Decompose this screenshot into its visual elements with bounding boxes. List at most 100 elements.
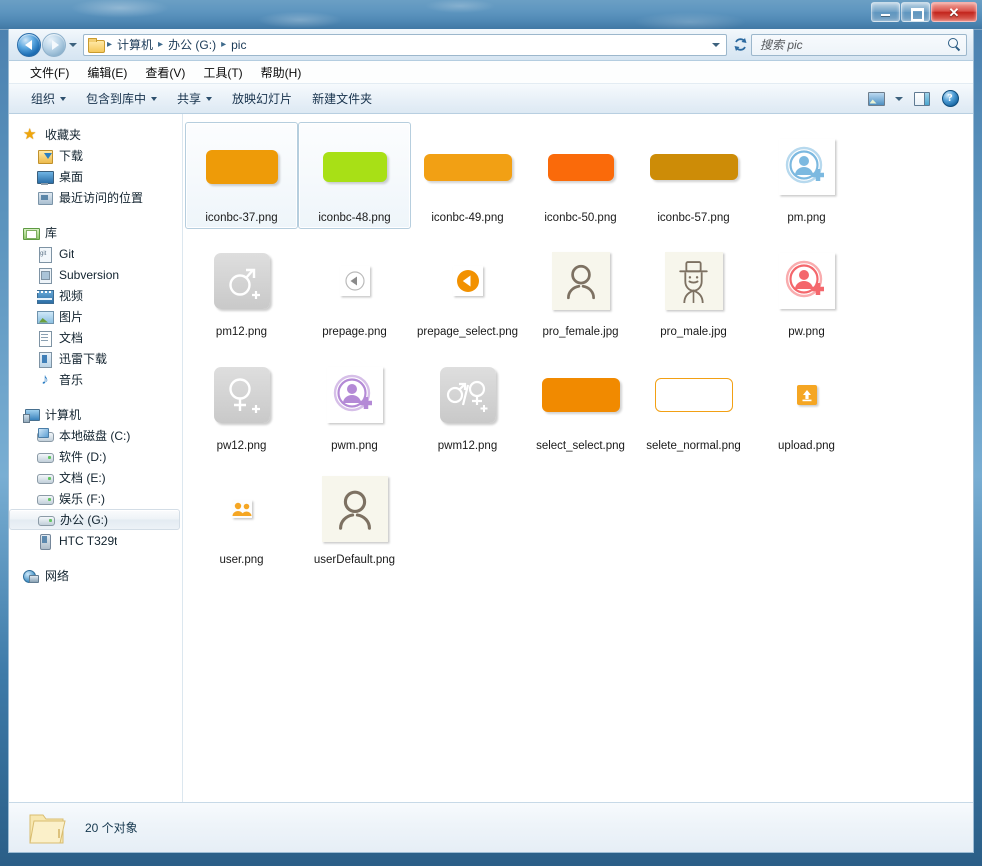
file-item[interactable]: iconbc-57.png	[637, 122, 750, 229]
nav-item-1-5[interactable]: 迅雷下载	[9, 348, 182, 369]
file-item[interactable]: iconbc-49.png	[411, 122, 524, 229]
nav-item-0-2[interactable]: 最近访问的位置	[9, 187, 182, 208]
file-item[interactable]: iconbc-48.png	[298, 122, 411, 229]
file-item[interactable]: user.png	[185, 464, 298, 571]
search-input[interactable]	[760, 38, 947, 52]
nav-header-0[interactable]: 收藏夹	[9, 124, 182, 145]
help-button[interactable]: ?	[937, 88, 963, 110]
breadcrumb-item-folder[interactable]: pic	[227, 37, 250, 53]
breadcrumb[interactable]: ▸ 计算机 ▸ 办公 (G:) ▸ pic	[83, 34, 727, 56]
nav-item-2-3[interactable]: 娱乐 (F:)	[9, 488, 182, 509]
navigation-pane[interactable]: 收藏夹下载桌面最近访问的位置库Git Subversion 视频图片文档迅雷下载音乐…	[9, 114, 183, 802]
nav-item-label: 文档	[59, 329, 83, 346]
nav-group-2: 计算机本地磁盘 (C:) 软件 (D:) 文档 (E:) 娱乐 (F:)办公 (G:)…	[9, 404, 182, 551]
menu-item-2[interactable]: 查看(V)	[136, 62, 194, 83]
breadcrumb-separator: ▸	[106, 39, 113, 50]
file-item[interactable]: userDefault.png	[298, 464, 411, 571]
forward-button[interactable]	[42, 33, 66, 57]
nav-item-label: Subversion	[59, 268, 119, 282]
file-name-label: user.png	[189, 553, 294, 567]
nav-item-label: 迅雷下载	[59, 350, 107, 367]
nav-item-1-1[interactable]: Subversion	[9, 264, 182, 285]
toolbar-button-label: 组织	[31, 90, 55, 107]
nav-item-2-4[interactable]: 办公 (G:)	[9, 509, 180, 530]
file-thumbnail	[415, 127, 520, 207]
view-dropdown-button[interactable]	[891, 88, 907, 110]
file-thumbnail	[641, 127, 746, 207]
file-name-label: iconbc-48.png	[302, 211, 407, 225]
avatar-thumbnail	[322, 476, 388, 542]
nav-item-1-6[interactable]: 音乐	[9, 369, 182, 390]
toolbar-button-4[interactable]: 新建文件夹	[302, 87, 382, 110]
file-thumbnail	[641, 241, 746, 321]
file-item[interactable]: iconbc-37.png	[185, 122, 298, 229]
menu-item-0[interactable]: 文件(F)	[21, 62, 78, 83]
user-add-thumbnail	[779, 253, 835, 309]
file-item[interactable]: pm.png	[750, 122, 863, 229]
toolbar-button-3[interactable]: 放映幻灯片	[222, 87, 302, 110]
music-icon	[37, 372, 53, 388]
breadcrumb-dropdown-button[interactable]	[708, 43, 724, 47]
nav-item-1-4[interactable]: 文档	[9, 327, 182, 348]
file-item[interactable]: pwm12.png	[411, 350, 524, 457]
nav-item-0-1[interactable]: 桌面	[9, 166, 182, 187]
chevron-down-icon	[69, 43, 77, 47]
nav-item-2-1[interactable]: 软件 (D:)	[9, 446, 182, 467]
back-button[interactable]	[17, 33, 41, 57]
nav-item-label: 本地磁盘 (C:)	[59, 427, 130, 444]
file-item[interactable]: pw.png	[750, 236, 863, 343]
refresh-button[interactable]	[729, 37, 751, 52]
menu-item-4[interactable]: 帮助(H)	[252, 62, 311, 83]
nav-item-2-2[interactable]: 文档 (E:)	[9, 467, 182, 488]
breadcrumb-item-drive[interactable]: 办公 (G:)	[164, 35, 220, 54]
search-box[interactable]	[751, 34, 967, 56]
nav-header-3[interactable]: 网络	[9, 565, 182, 586]
menu-item-1[interactable]: 编辑(E)	[78, 62, 136, 83]
breadcrumb-item-computer[interactable]: 计算机	[113, 35, 157, 54]
nav-item-1-3[interactable]: 图片	[9, 306, 182, 327]
file-item[interactable]: iconbc-50.png	[524, 122, 637, 229]
file-item[interactable]: prepage_select.png	[411, 236, 524, 343]
nav-header-2[interactable]: 计算机	[9, 404, 182, 425]
file-item[interactable]: selete_normal.png	[637, 350, 750, 457]
toolbar-button-2[interactable]: 共享	[167, 87, 222, 110]
file-thumbnail	[754, 355, 859, 435]
nav-item-2-5[interactable]: HTC T329t	[9, 530, 182, 551]
nav-group-3: 网络	[9, 565, 182, 586]
minimize-button[interactable]	[871, 2, 900, 22]
file-item[interactable]: pro_male.jpg	[637, 236, 750, 343]
nav-item-label: 文档 (E:)	[59, 469, 106, 486]
upload-thumbnail	[797, 385, 817, 405]
file-name-label: pm.png	[754, 211, 859, 225]
color-swatch-thumbnail	[650, 154, 738, 180]
toolbar-button-label: 新建文件夹	[312, 90, 372, 107]
menu-item-3[interactable]: 工具(T)	[194, 62, 251, 83]
users-thumbnail	[232, 500, 252, 518]
history-dropdown-button[interactable]	[66, 43, 80, 47]
file-item[interactable]: prepage.png	[298, 236, 411, 343]
file-item[interactable]: select_select.png	[524, 350, 637, 457]
nav-header-1[interactable]: 库	[9, 222, 182, 243]
explorer-window: ✕ ▸ 计算机 ▸ 办公 (G:) ▸ pic	[0, 0, 982, 866]
nav-item-2-0[interactable]: 本地磁盘 (C:)	[9, 425, 182, 446]
toolbar-button-1[interactable]: 包含到库中	[76, 87, 167, 110]
nav-item-0-0[interactable]: 下载	[9, 145, 182, 166]
file-list-pane[interactable]: iconbc-37.pngiconbc-48.pngiconbc-49.pngi…	[183, 114, 973, 802]
file-item[interactable]: pw12.png	[185, 350, 298, 457]
toolbar-button-0[interactable]: 组织	[21, 87, 76, 110]
network-icon	[23, 568, 39, 584]
nav-item-label: 下载	[59, 147, 83, 164]
nav-item-1-0[interactable]: Git	[9, 243, 182, 264]
file-thumbnail	[754, 241, 859, 321]
preview-pane-button[interactable]	[909, 88, 935, 110]
file-item[interactable]: pm12.png	[185, 236, 298, 343]
file-item[interactable]: pro_female.jpg	[524, 236, 637, 343]
file-name-label: pw.png	[754, 325, 859, 339]
close-button[interactable]: ✕	[931, 2, 977, 22]
change-view-button[interactable]	[863, 88, 889, 110]
file-item[interactable]: pwm.png	[298, 350, 411, 457]
maximize-button[interactable]	[901, 2, 930, 22]
file-thumbnail	[189, 241, 294, 321]
nav-item-1-2[interactable]: 视频	[9, 285, 182, 306]
file-item[interactable]: upload.png	[750, 350, 863, 457]
